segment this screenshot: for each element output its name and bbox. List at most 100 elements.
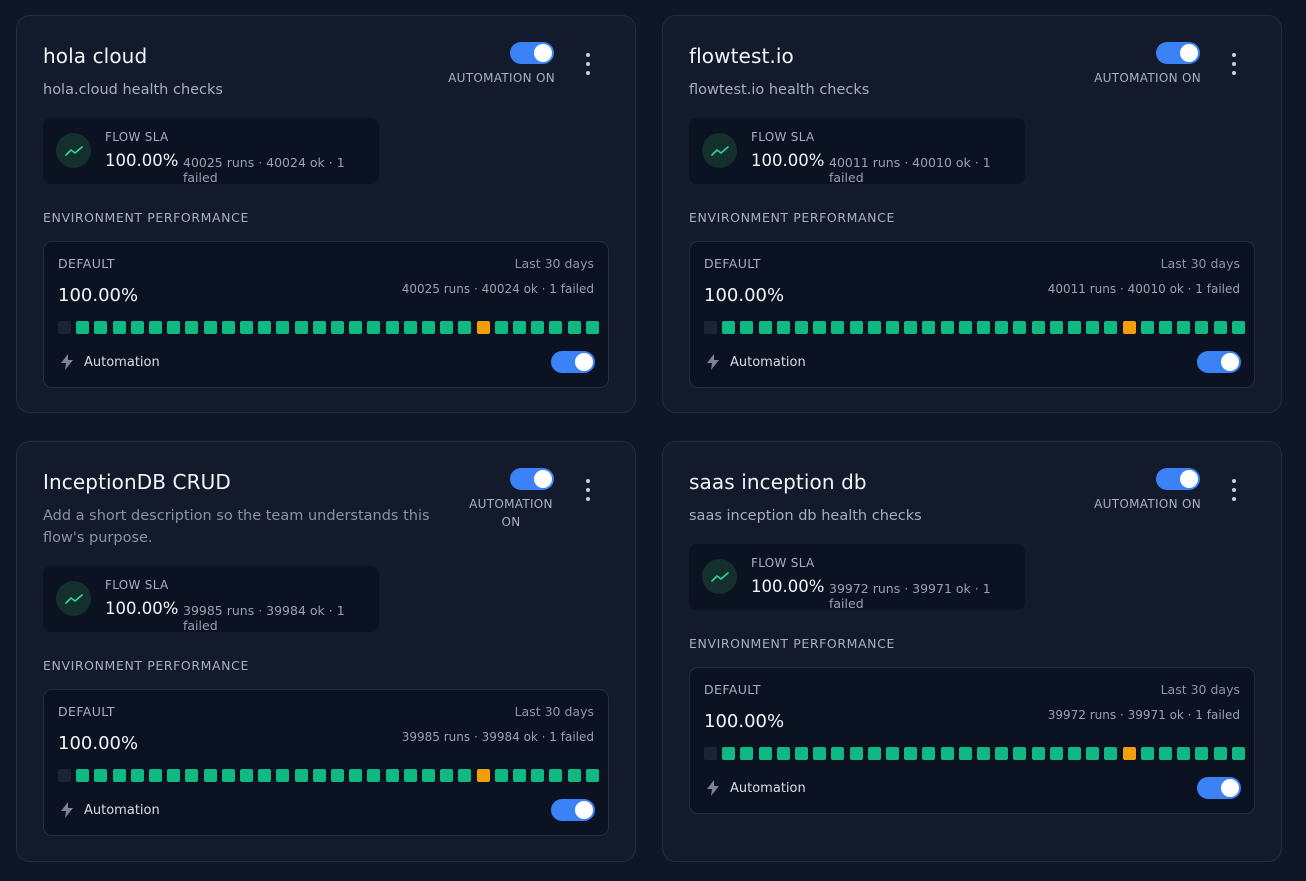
day-status-ok[interactable] bbox=[130, 769, 144, 782]
day-status-ok[interactable] bbox=[995, 747, 1009, 760]
day-status-ok[interactable] bbox=[185, 769, 199, 782]
day-status-ok[interactable] bbox=[849, 747, 863, 760]
day-status-ok[interactable] bbox=[722, 747, 736, 760]
day-status-ok[interactable] bbox=[922, 321, 936, 334]
more-options-icon[interactable] bbox=[580, 479, 596, 501]
day-status-ok[interactable] bbox=[440, 321, 454, 334]
day-status-ok[interactable] bbox=[1195, 321, 1209, 334]
day-status-ok[interactable] bbox=[1104, 321, 1118, 334]
day-status-ok[interactable] bbox=[76, 321, 90, 334]
day-status-ok[interactable] bbox=[276, 321, 290, 334]
day-status-ok[interactable] bbox=[886, 321, 899, 334]
day-status-ok[interactable] bbox=[813, 747, 827, 760]
day-status-ok[interactable] bbox=[1231, 747, 1245, 760]
day-status-ok[interactable] bbox=[1140, 321, 1154, 334]
day-status-ok[interactable] bbox=[1049, 321, 1063, 334]
day-status-ok[interactable] bbox=[758, 747, 772, 760]
flow-card[interactable]: flowtest.io flowtest.io health checks AU… bbox=[662, 15, 1282, 413]
day-status-ok[interactable] bbox=[494, 769, 508, 782]
day-status-ok[interactable] bbox=[367, 321, 381, 334]
day-status-ok[interactable] bbox=[1068, 321, 1081, 334]
day-status-ok[interactable] bbox=[758, 321, 772, 334]
day-status-ok[interactable] bbox=[258, 769, 272, 782]
day-status-ok[interactable] bbox=[549, 321, 563, 334]
day-status-ok[interactable] bbox=[722, 321, 736, 334]
day-status-ok[interactable] bbox=[94, 769, 108, 782]
day-status-ok[interactable] bbox=[494, 321, 508, 334]
day-status-ok[interactable] bbox=[94, 321, 108, 334]
day-status-failed[interactable] bbox=[476, 769, 490, 782]
day-status-ok[interactable] bbox=[977, 321, 990, 334]
day-status-failed[interactable] bbox=[476, 321, 490, 334]
day-status-ok[interactable] bbox=[904, 747, 918, 760]
day-status-ok[interactable] bbox=[513, 769, 526, 782]
day-status-ok[interactable] bbox=[130, 321, 144, 334]
day-status-ok[interactable] bbox=[567, 769, 581, 782]
day-status-ok[interactable] bbox=[585, 321, 599, 334]
day-status-ok[interactable] bbox=[149, 769, 162, 782]
environment-automation-toggle[interactable] bbox=[551, 351, 595, 373]
automation-toggle[interactable] bbox=[1156, 468, 1200, 490]
more-options-icon[interactable] bbox=[1226, 53, 1242, 75]
day-status-ok[interactable] bbox=[112, 321, 126, 334]
day-status-ok[interactable] bbox=[1231, 321, 1245, 334]
day-status-ok[interactable] bbox=[458, 321, 472, 334]
day-status-ok[interactable] bbox=[440, 769, 454, 782]
day-status-ok[interactable] bbox=[112, 769, 126, 782]
day-status-failed[interactable] bbox=[1122, 747, 1136, 760]
more-options-icon[interactable] bbox=[580, 53, 596, 75]
day-status-ok[interactable] bbox=[995, 321, 1009, 334]
day-status-ok[interactable] bbox=[422, 321, 435, 334]
day-status-ok[interactable] bbox=[795, 747, 808, 760]
day-status-ok[interactable] bbox=[531, 769, 545, 782]
day-status-ok[interactable] bbox=[813, 321, 827, 334]
day-status-ok[interactable] bbox=[1086, 747, 1100, 760]
automation-toggle[interactable] bbox=[510, 468, 554, 490]
day-status-ok[interactable] bbox=[567, 321, 581, 334]
day-status-ok[interactable] bbox=[904, 321, 918, 334]
day-status-ok[interactable] bbox=[312, 321, 326, 334]
day-status-ok[interactable] bbox=[458, 769, 472, 782]
day-status-ok[interactable] bbox=[185, 321, 199, 334]
day-status-ok[interactable] bbox=[1049, 747, 1063, 760]
day-status-ok[interactable] bbox=[776, 747, 790, 760]
environment-automation-toggle[interactable] bbox=[1197, 351, 1241, 373]
day-status-ok[interactable] bbox=[1177, 747, 1191, 760]
day-status-ok[interactable] bbox=[240, 321, 253, 334]
day-status-empty[interactable] bbox=[58, 769, 71, 782]
day-status-ok[interactable] bbox=[740, 321, 754, 334]
day-status-ok[interactable] bbox=[1031, 747, 1045, 760]
day-status-ok[interactable] bbox=[922, 747, 936, 760]
day-status-ok[interactable] bbox=[240, 769, 253, 782]
day-status-ok[interactable] bbox=[331, 321, 344, 334]
day-status-ok[interactable] bbox=[367, 769, 381, 782]
day-status-ok[interactable] bbox=[585, 769, 599, 782]
day-status-ok[interactable] bbox=[1068, 747, 1081, 760]
day-status-ok[interactable] bbox=[76, 769, 90, 782]
day-status-ok[interactable] bbox=[149, 321, 162, 334]
day-status-ok[interactable] bbox=[831, 321, 845, 334]
flow-card[interactable]: hola cloud hola.cloud health checks AUTO… bbox=[16, 15, 636, 413]
day-status-ok[interactable] bbox=[385, 769, 399, 782]
day-status-ok[interactable] bbox=[1140, 747, 1154, 760]
day-status-ok[interactable] bbox=[1013, 321, 1027, 334]
day-status-ok[interactable] bbox=[867, 321, 881, 334]
day-status-ok[interactable] bbox=[940, 747, 954, 760]
day-status-ok[interactable] bbox=[1159, 321, 1172, 334]
day-status-ok[interactable] bbox=[203, 769, 217, 782]
day-status-ok[interactable] bbox=[331, 769, 344, 782]
automation-toggle[interactable] bbox=[510, 42, 554, 64]
day-status-ok[interactable] bbox=[276, 769, 290, 782]
day-status-ok[interactable] bbox=[1195, 747, 1209, 760]
day-status-empty[interactable] bbox=[704, 321, 717, 334]
automation-toggle[interactable] bbox=[1156, 42, 1200, 64]
day-status-ok[interactable] bbox=[958, 321, 972, 334]
day-status-ok[interactable] bbox=[1104, 747, 1118, 760]
day-status-ok[interactable] bbox=[294, 321, 308, 334]
day-status-ok[interactable] bbox=[958, 747, 972, 760]
day-status-ok[interactable] bbox=[1213, 321, 1227, 334]
day-status-ok[interactable] bbox=[349, 769, 363, 782]
day-status-ok[interactable] bbox=[167, 321, 181, 334]
day-status-ok[interactable] bbox=[795, 321, 808, 334]
day-status-ok[interactable] bbox=[221, 769, 235, 782]
